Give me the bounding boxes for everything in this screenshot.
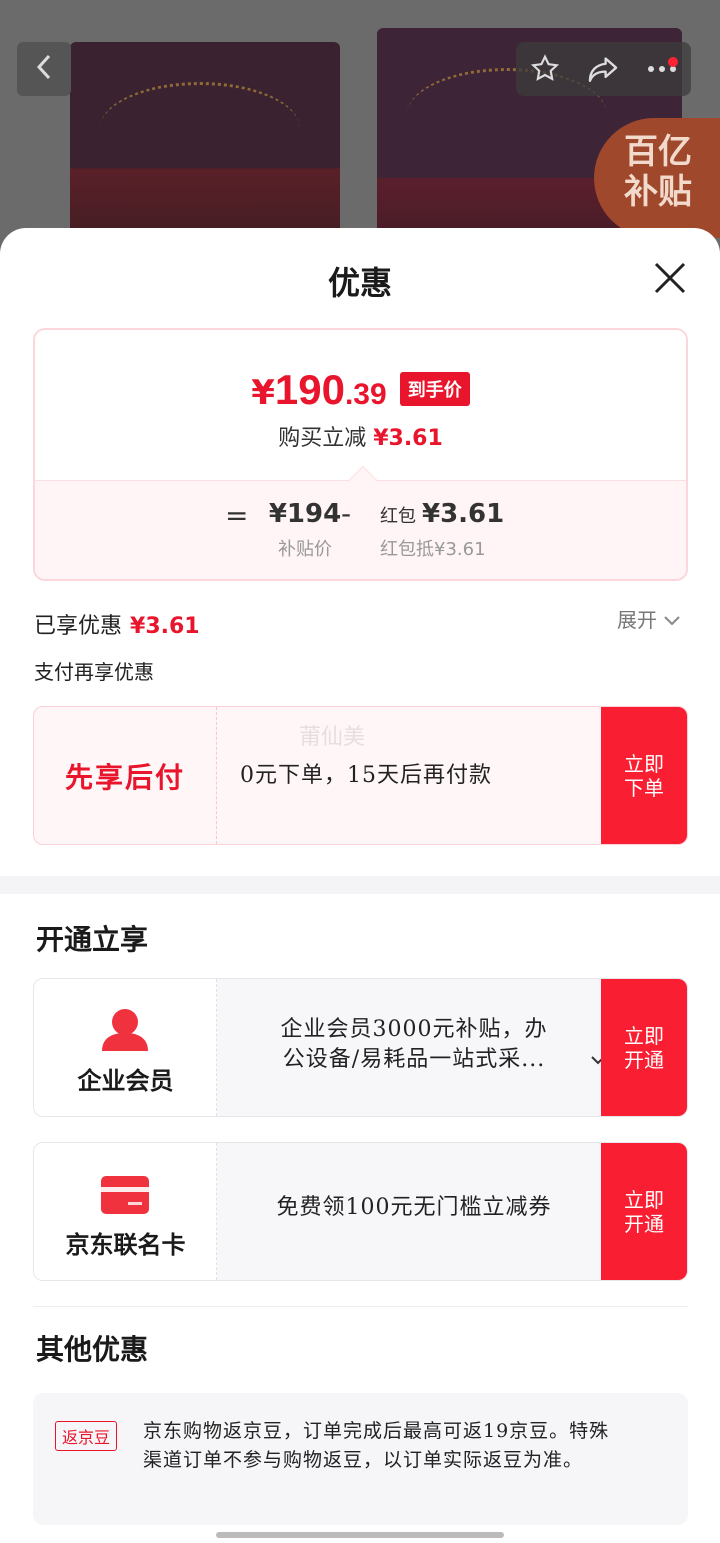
price-integer: 190 bbox=[274, 366, 345, 413]
home-indicator[interactable] bbox=[216, 1532, 504, 1538]
section-divider bbox=[0, 876, 720, 894]
jd-bean-tag: 返京豆 bbox=[55, 1421, 118, 1451]
close-icon bbox=[650, 262, 690, 302]
redpack-label: 红包抵¥3.61 bbox=[380, 539, 486, 560]
pay-more-discount-label: 支付再享优惠 bbox=[34, 660, 154, 684]
final-price-tag: 到手价 bbox=[399, 372, 470, 406]
more-icon[interactable] bbox=[642, 49, 682, 89]
enjoyed-discount: 已享优惠 ¥3.61 bbox=[34, 608, 200, 640]
pay-later-card[interactable]: 先享后付 莆仙美 0元下单，15天后再付款 立即 下单 bbox=[33, 706, 688, 845]
share-icon[interactable] bbox=[583, 49, 623, 89]
price-formula: = ¥194 补贴价 - 红包 ¥3.61 红包抵¥3.61 bbox=[35, 480, 686, 579]
open-cobrand-label: 立即 开通 bbox=[624, 1187, 664, 1236]
credit-card-icon bbox=[100, 1175, 150, 1219]
price-decimal: .39 bbox=[344, 378, 387, 411]
jd-bean-rebate-card: 返京豆 京东购物返京豆，订单完成后最高可返19京豆。特殊渠道订单不参与购物返豆，… bbox=[33, 1393, 688, 1525]
back-button[interactable] bbox=[17, 42, 71, 96]
sheet-title: 优惠 bbox=[327, 264, 392, 302]
instant-discount: 购买立减 ¥3.61 bbox=[35, 420, 686, 452]
chevron-down-icon bbox=[663, 608, 681, 632]
jd-cobrand-label: 京东联名卡 bbox=[65, 1230, 186, 1259]
open-section-title: 开通立享 bbox=[36, 923, 149, 956]
order-now-label: 立即 下单 bbox=[624, 751, 664, 800]
pay-later-title: 先享后付 bbox=[34, 707, 217, 844]
price-summary: ¥190.39 到手价 购买立减 ¥3.61 bbox=[35, 330, 686, 480]
base-price-label: 补贴价 bbox=[278, 539, 332, 560]
enjoyed-label: 已享优惠 bbox=[34, 614, 123, 639]
user-icon bbox=[100, 1007, 150, 1057]
open-enterprise-button[interactable]: 立即 开通 bbox=[601, 979, 687, 1116]
header-actions bbox=[516, 42, 691, 96]
enterprise-desc-line1: 企业会员3000元补贴，办 bbox=[280, 1017, 548, 1042]
close-button[interactable] bbox=[650, 258, 690, 298]
jd-bean-rebate-text: 京东购物返京豆，订单完成后最高可返19京豆。特殊渠道订单不参与购物返豆，以订单实… bbox=[143, 1420, 610, 1471]
pay-later-desc: 0元下单，15天后再付款 bbox=[240, 763, 492, 788]
enjoyed-value: ¥3.61 bbox=[130, 614, 200, 639]
price-currency: ¥ bbox=[251, 373, 275, 413]
chevron-left-icon bbox=[34, 53, 54, 85]
price-breakdown-card: ¥190.39 到手价 购买立减 ¥3.61 = ¥194 补贴价 - 红包 ¥3… bbox=[33, 328, 688, 581]
enterprise-member-label: 企业会员 bbox=[77, 1066, 174, 1095]
enterprise-member-card[interactable]: 企业会员 企业会员3000元补贴，办 公设备/易耗品一站式采... 立即 开通 bbox=[33, 978, 688, 1117]
other-section-title: 其他优惠 bbox=[36, 1333, 149, 1366]
minus-sign: - bbox=[341, 497, 352, 530]
subsidy-badge: 百亿 补贴 bbox=[594, 118, 720, 238]
jd-cobrand-card[interactable]: 京东联名卡 免费领100元无门槛立减券 立即 开通 bbox=[33, 1142, 688, 1281]
order-now-button[interactable]: 立即 下单 bbox=[601, 707, 687, 844]
star-icon[interactable] bbox=[525, 49, 565, 89]
enterprise-member-desc: 企业会员3000元补贴，办 公设备/易耗品一站式采... bbox=[234, 1015, 594, 1075]
redpack-block: 红包 ¥3.61 红包抵¥3.61 bbox=[380, 499, 510, 561]
expand-toggle[interactable]: 展开 bbox=[617, 604, 681, 633]
jd-cobrand-desc: 免费领100元无门槛立减券 bbox=[276, 1195, 552, 1220]
equals-sign: = bbox=[225, 499, 249, 532]
notification-dot bbox=[667, 57, 678, 67]
open-enterprise-label: 立即 开通 bbox=[624, 1023, 664, 1072]
product-image-area: 百亿 补贴 bbox=[0, 0, 720, 260]
redpack-prefix: 红包 bbox=[380, 506, 416, 527]
discount-sheet: 优惠 ¥190.39 到手价 购买立减 ¥3.61 = ¥194 补贴价 - 红… bbox=[0, 228, 720, 1543]
expand-label: 展开 bbox=[617, 608, 657, 632]
final-price: ¥190.39 到手价 bbox=[35, 366, 686, 414]
jd-cobrand-left: 京东联名卡 bbox=[34, 1143, 217, 1280]
instant-discount-value: ¥3.61 bbox=[373, 426, 443, 451]
watermark-text: 莆仙美 bbox=[299, 725, 366, 750]
redpack-value: ¥3.61 bbox=[422, 499, 505, 529]
subsidy-badge-text: 百亿 补贴 bbox=[624, 133, 692, 211]
base-price-block: ¥194 补贴价 bbox=[260, 499, 350, 561]
instant-discount-label: 购买立减 bbox=[278, 426, 367, 451]
section-separator bbox=[33, 1306, 688, 1307]
enterprise-desc-line2: 公设备/易耗品一站式采... bbox=[282, 1047, 546, 1072]
enterprise-member-left: 企业会员 bbox=[34, 979, 217, 1116]
open-cobrand-button[interactable]: 立即 开通 bbox=[601, 1143, 687, 1280]
base-price-value: ¥194 bbox=[268, 499, 342, 529]
